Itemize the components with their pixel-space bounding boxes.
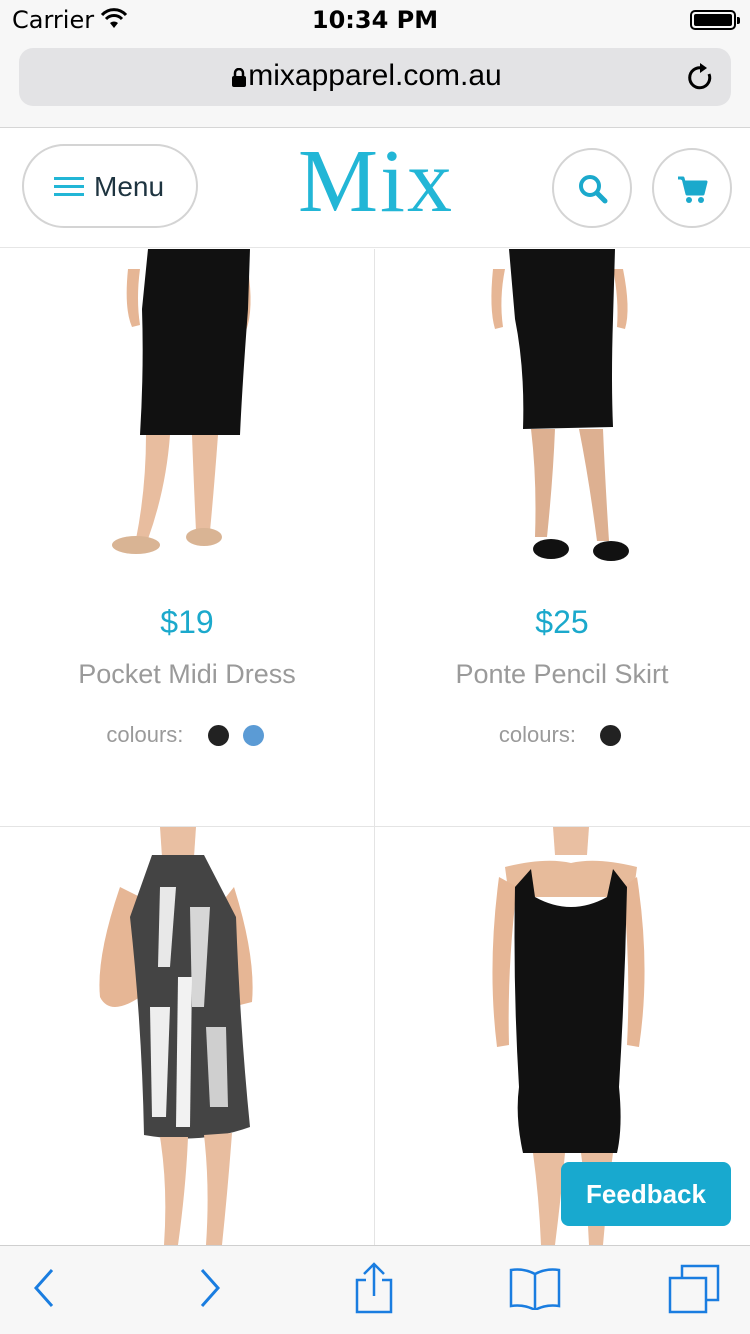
- browser-address-area: mixapparel.com.au: [0, 40, 750, 128]
- product-card[interactable]: $19 Pocket Midi Dress colours:: [0, 249, 374, 826]
- product-name[interactable]: Ponte Pencil Skirt: [375, 659, 749, 690]
- colour-swatch-blue[interactable]: [242, 724, 264, 746]
- product-image[interactable]: [0, 249, 374, 571]
- browser-toolbar: [0, 1245, 750, 1334]
- colours-label: colours:: [498, 722, 576, 748]
- product-price: $25: [535, 604, 589, 640]
- share-icon[interactable]: [354, 1262, 394, 1314]
- cart-button[interactable]: [652, 148, 732, 228]
- product-image[interactable]: [0, 827, 374, 1245]
- menu-button[interactable]: Menu: [22, 144, 198, 228]
- back-icon[interactable]: [32, 1266, 56, 1310]
- reload-icon[interactable]: [687, 62, 715, 92]
- address-bar[interactable]: mixapparel.com.au: [19, 48, 731, 106]
- menu-label: Menu: [94, 171, 165, 202]
- url-text: mixapparel.com.au: [248, 59, 502, 92]
- colours-label: colours:: [106, 722, 184, 748]
- colour-swatch-black[interactable]: [207, 724, 229, 746]
- product-card[interactable]: [0, 827, 374, 1245]
- battery-icon: [690, 10, 740, 30]
- cart-icon: [678, 176, 708, 203]
- product-name[interactable]: Pocket Midi Dress: [0, 659, 374, 690]
- colour-swatch-black[interactable]: [600, 724, 622, 746]
- feedback-button[interactable]: Feedback: [561, 1162, 731, 1226]
- tabs-icon[interactable]: [668, 1264, 720, 1314]
- forward-icon[interactable]: [198, 1266, 222, 1310]
- hamburger-icon: [54, 177, 84, 196]
- colour-options: colours:: [375, 721, 749, 748]
- search-icon: [579, 175, 608, 204]
- site-logo[interactable]: Mix: [276, 132, 476, 232]
- site-header: Menu Mix: [0, 128, 750, 248]
- bookmarks-icon[interactable]: [508, 1266, 562, 1310]
- colour-options: colours:: [0, 721, 374, 748]
- product-image[interactable]: [375, 249, 749, 571]
- product-card[interactable]: $25 Ponte Pencil Skirt colours:: [375, 249, 749, 826]
- product-price: $19: [160, 604, 214, 640]
- clock: 10:34 PM: [311, 6, 439, 34]
- product-grid: $19 Pocket Midi Dress colours: $25 Ponte…: [0, 249, 750, 1245]
- status-bar: Carrier 10:34 PM: [0, 0, 750, 40]
- search-button[interactable]: [552, 148, 632, 228]
